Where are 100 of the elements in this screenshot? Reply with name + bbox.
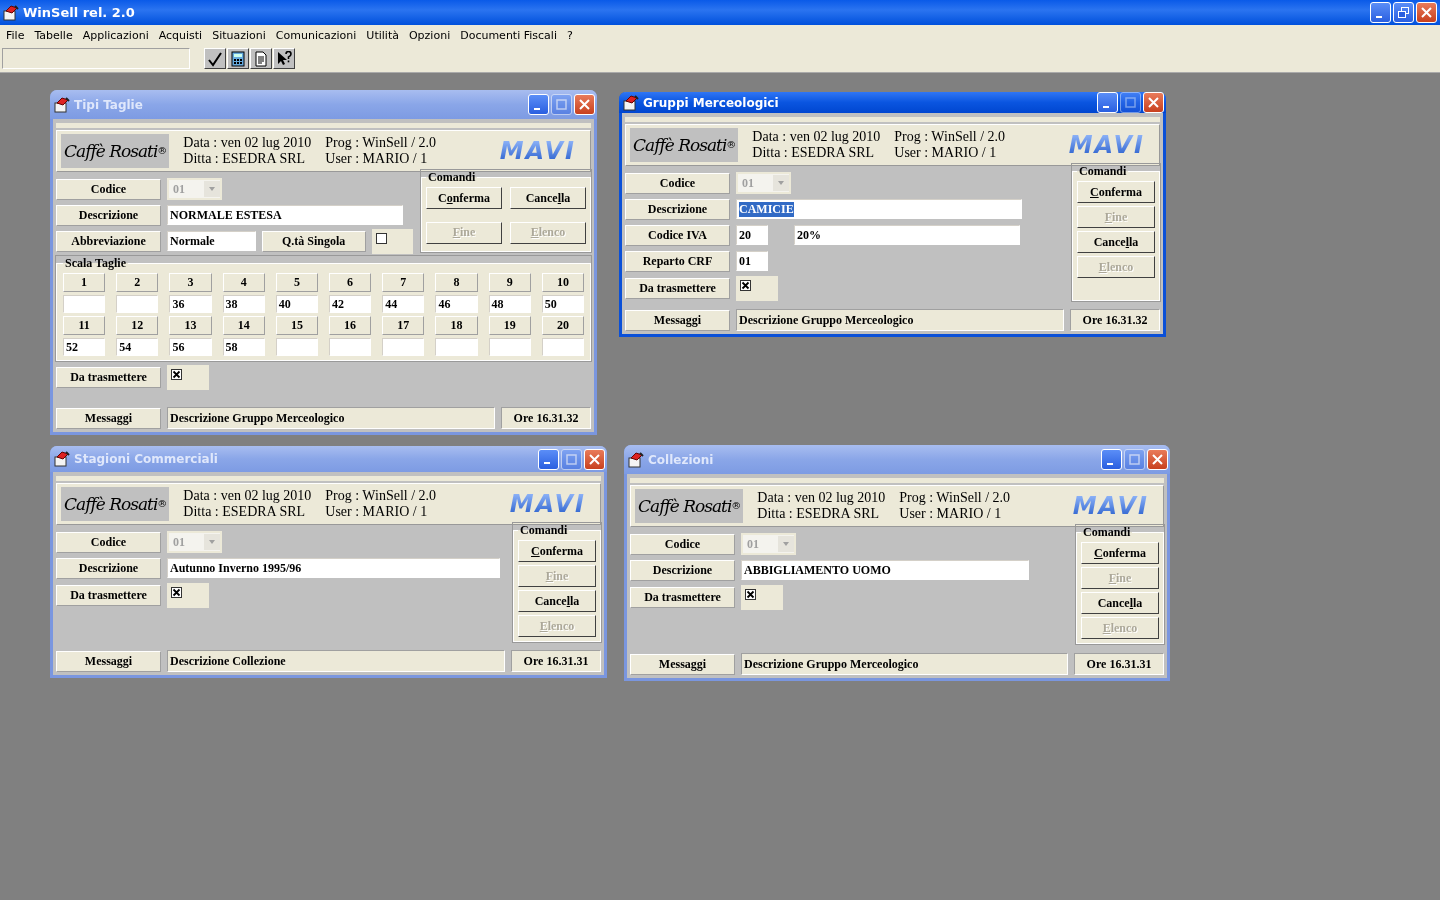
size-field[interactable] <box>382 338 425 356</box>
field-label: Da trasmettere <box>625 278 730 299</box>
command-button[interactable]: Conferma <box>1081 542 1159 564</box>
minimize-button[interactable] <box>538 448 559 470</box>
text-field[interactable]: ABBIGLIAMENTO UOMO <box>741 560 1029 580</box>
text-field[interactable]: CAMICIE <box>736 199 1022 219</box>
maximize-icon <box>556 99 567 110</box>
close-button[interactable] <box>574 94 595 115</box>
size-field[interactable] <box>541 338 584 356</box>
menu-item[interactable]: Utilità <box>361 28 404 42</box>
menu-item[interactable]: ? <box>561 28 578 42</box>
size-field[interactable]: 58 <box>222 338 265 356</box>
document-icon[interactable] <box>250 48 272 69</box>
header-info: Data : ven 02 lug 2010 <box>757 490 886 506</box>
close-button[interactable] <box>584 448 605 470</box>
size-field[interactable] <box>275 338 318 356</box>
menu-item[interactable]: Acquisti <box>153 28 208 42</box>
size-label: 6 <box>329 273 372 292</box>
command-button[interactable]: Conferma <box>1077 181 1155 203</box>
minimize-button[interactable] <box>528 94 549 115</box>
minimize-button[interactable] <box>1101 449 1122 470</box>
header-info: Data : ven 02 lug 2010 <box>183 135 312 151</box>
window-icon <box>623 94 639 111</box>
checkbox[interactable] <box>171 369 182 380</box>
size-label: 5 <box>275 273 318 292</box>
checkbox[interactable] <box>745 589 756 600</box>
size-label: 15 <box>275 316 318 335</box>
checkbox[interactable] <box>740 280 751 291</box>
menu-item[interactable]: Documenti Fiscali <box>455 28 562 42</box>
size-label: 20 <box>541 316 584 335</box>
option-label: Q.tà Singola <box>261 230 366 252</box>
maximize-button[interactable] <box>561 448 582 470</box>
rate-field[interactable]: 20% <box>794 225 1020 245</box>
checkbox[interactable] <box>171 587 182 598</box>
menu-item[interactable]: Applicazioni <box>77 28 154 42</box>
field-label: Da trasmettere <box>56 367 161 388</box>
text-field[interactable]: Normale <box>167 231 256 251</box>
size-field[interactable]: 36 <box>169 295 212 313</box>
window-icon <box>54 96 70 113</box>
code-field[interactable]: 01 <box>736 251 768 271</box>
command-button[interactable]: Cancella <box>1077 231 1155 253</box>
logo: Caffè Rosati$^{®}$ <box>61 487 170 521</box>
field-label: Codice <box>56 531 161 553</box>
size-label: 14 <box>222 316 265 335</box>
time-field: Ore 16.31.32 <box>501 407 591 429</box>
size-label: 10 <box>541 273 584 292</box>
maximize-icon <box>566 453 577 465</box>
size-field[interactable]: 40 <box>275 295 318 313</box>
size-field[interactable]: 56 <box>169 338 212 356</box>
command-button[interactable]: Cancella <box>1081 592 1159 614</box>
command-button[interactable]: Conferma <box>426 187 502 209</box>
menu-item[interactable]: File <box>1 28 30 42</box>
group-title: Scala Taglie <box>64 256 127 271</box>
size-field[interactable] <box>116 295 159 313</box>
time-field: Ore 16.31.31 <box>1074 653 1164 675</box>
text-field[interactable]: Autunno Inverno 1995/96 <box>167 558 500 578</box>
size-label: 19 <box>488 316 531 335</box>
size-field[interactable] <box>435 338 478 356</box>
close-button[interactable] <box>1147 449 1168 470</box>
window-title: Stagioni Commerciali <box>74 452 219 466</box>
menu-item[interactable]: Tabelle <box>29 28 78 42</box>
menu-item[interactable]: Opzioni <box>403 28 456 42</box>
checkmark-icon[interactable] <box>204 48 226 69</box>
code-field[interactable]: 20 <box>736 225 768 245</box>
size-field[interactable]: 42 <box>329 295 372 313</box>
field-label: Messaggi <box>630 653 735 675</box>
command-button[interactable]: Cancella <box>518 590 596 612</box>
command-button[interactable]: Cancella <box>510 187 586 209</box>
command-button[interactable]: Conferma <box>518 540 596 562</box>
window-title: Gruppi Merceologici <box>643 95 780 110</box>
size-field[interactable] <box>329 338 372 356</box>
size-field[interactable]: 52 <box>63 338 106 356</box>
field-label: Messaggi <box>625 309 730 331</box>
calculator-icon[interactable] <box>227 48 249 69</box>
window-icon <box>628 451 644 468</box>
size-field[interactable] <box>488 338 531 356</box>
close-button[interactable] <box>1416 2 1437 23</box>
help-pointer-icon[interactable] <box>273 48 295 69</box>
group-title: Comandi <box>427 170 477 185</box>
maximize-button[interactable] <box>1124 449 1145 470</box>
close-button[interactable] <box>1143 92 1164 113</box>
menu-item[interactable]: Situazioni <box>207 28 271 42</box>
minimize-button[interactable] <box>1370 2 1391 23</box>
size-field[interactable]: 48 <box>488 295 531 313</box>
size-field[interactable]: 54 <box>116 338 159 356</box>
message-field: Descrizione Collezione <box>167 650 505 672</box>
size-field[interactable]: 44 <box>382 295 425 313</box>
minimize-button[interactable] <box>1097 92 1118 113</box>
restore-button[interactable] <box>1393 2 1414 23</box>
size-field[interactable]: 50 <box>541 295 584 313</box>
header-info: Prog : WinSell / 2.0 <box>899 490 1011 506</box>
checkbox[interactable] <box>375 232 387 244</box>
maximize-button[interactable] <box>551 94 572 115</box>
size-field[interactable]: 46 <box>435 295 478 313</box>
size-field[interactable]: 38 <box>222 295 265 313</box>
size-field[interactable] <box>63 295 106 313</box>
text-field[interactable]: NORMALE ESTESA <box>167 205 403 225</box>
menu-item[interactable]: Comunicazioni <box>270 28 362 42</box>
field-label: Reparto CRF <box>625 250 730 272</box>
maximize-button[interactable] <box>1120 92 1141 113</box>
